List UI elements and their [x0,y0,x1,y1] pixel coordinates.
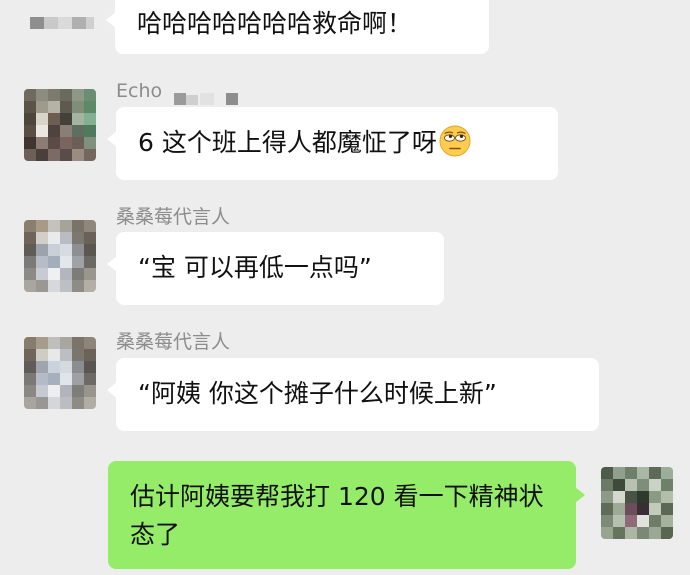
sender-name: Echo [116,80,163,102]
rolling-eyes-emoji-icon [439,125,471,157]
message-text: “阿姨 你这个摊子什么时候上新” [138,379,497,408]
message-text: 哈哈哈哈哈哈哈救命啊！ [137,9,413,38]
message-text: “宝 可以再低一点吗” [138,253,372,282]
avatar-self[interactable] [601,467,673,539]
avatar[interactable] [24,337,96,409]
sender-name-blurred [172,90,240,105]
message-bubble[interactable]: 6 这个班上得人都魔怔了呀 [107,107,558,180]
sender-name: 桑桑莓代言人 [116,331,231,353]
message-bubble[interactable]: 哈哈哈哈哈哈哈救命啊！ [106,0,489,54]
sender-name: 桑桑莓代言人 [116,206,231,228]
message-text: 6 这个班上得人都魔怔了呀 [138,128,437,157]
message-bubble-outgoing[interactable]: 估计阿姨要帮我打 120 看一下精神状态了 [108,461,585,569]
message-bubble[interactable]: “宝 可以再低一点吗” [107,232,444,305]
message-bubble[interactable]: “阿姨 你这个摊子什么时候上新” [107,358,599,431]
sender-name-blurred [30,14,94,29]
message-text: 估计阿姨要帮我打 120 看一下精神状态了 [130,482,544,549]
avatar[interactable] [24,220,96,292]
avatar[interactable] [24,89,96,161]
chat-area[interactable]: 哈哈哈哈哈哈哈救命啊！ Echo 6 这个班上得人都魔怔了呀 桑桑莓代言人 “宝… [0,0,690,575]
